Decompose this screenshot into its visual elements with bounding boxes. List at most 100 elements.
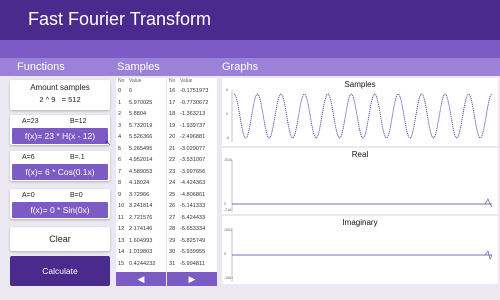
sample-index: 16 bbox=[169, 88, 176, 94]
sample-value: -5.141333 bbox=[180, 203, 206, 209]
sample-index: 7 bbox=[118, 168, 122, 175]
function-card-1[interactable]: A=23 B=12 f(x)= 23 * H(x - 12) bbox=[10, 115, 110, 145]
accent-band bbox=[0, 40, 500, 58]
sample-index: 19 bbox=[169, 122, 176, 129]
sample-index: 11 bbox=[118, 214, 124, 221]
imaginary-graph: Imaginary 1661 0 -1661 bbox=[222, 216, 498, 284]
sample-value: 1.019803 bbox=[129, 249, 153, 255]
title-bar: Fast Fourier Transform bbox=[0, 0, 500, 40]
sample-index: 12 bbox=[118, 226, 125, 232]
sample-index: 29 bbox=[169, 237, 176, 244]
sample-index: 5 bbox=[118, 145, 122, 152]
sample-index: 6 bbox=[118, 157, 122, 163]
samples-plot bbox=[231, 90, 493, 142]
sample-index: 28 bbox=[169, 226, 176, 232]
sample-value: -1.363213 bbox=[180, 111, 206, 117]
sample-value: 4.589053 bbox=[129, 168, 153, 175]
function-1-b: B=12 bbox=[70, 118, 87, 125]
sample-value: 3.241814 bbox=[129, 203, 153, 209]
amount-samples-label: Amount samples bbox=[30, 83, 90, 92]
amount-samples-formula: 2 ^ 9 = 512 bbox=[39, 95, 81, 104]
sample-value: 5.265495 bbox=[129, 145, 153, 152]
function-card-3[interactable]: A=0 B=0 f(x)= 0 * Sin(0x) bbox=[10, 189, 110, 219]
sample-index: 22 bbox=[169, 157, 176, 163]
sample-value: 4.18024 bbox=[129, 180, 150, 186]
sample-value: -3.531007 bbox=[180, 157, 206, 163]
sample-index: 3 bbox=[118, 122, 122, 129]
samples-table-left: No Value 0 6 1 5.970025 2 5.8804 3 5.732019 4 5.5… bbox=[116, 78, 166, 272]
functions-header: Functions bbox=[17, 61, 65, 73]
function-2-a: A=6 bbox=[22, 154, 35, 161]
sample-value: 5.8804 bbox=[129, 111, 147, 117]
sample-value: -2.496881 bbox=[180, 134, 206, 140]
col-value-header: Value bbox=[180, 78, 193, 84]
real-plot bbox=[231, 160, 493, 212]
section-headers: Functions Samples Graphs bbox=[0, 58, 500, 76]
graphs-header: Graphs bbox=[222, 61, 259, 73]
sample-index: 15 bbox=[118, 260, 125, 267]
col-no-header: No bbox=[169, 78, 176, 84]
sample-index: 21 bbox=[169, 145, 176, 152]
col-no-header: No bbox=[118, 78, 125, 84]
clear-button[interactable]: Clear bbox=[10, 227, 110, 251]
sample-value: 0.4244232 bbox=[129, 260, 156, 267]
sample-index: 13 bbox=[118, 237, 125, 244]
sample-value: -3.029077 bbox=[180, 145, 206, 152]
sample-value: -5.994811 bbox=[180, 260, 205, 267]
function-3-formula-button[interactable]: f(x)= 0 * Sin(0x) bbox=[12, 202, 108, 218]
sample-value: -1.939737 bbox=[180, 122, 206, 129]
sample-value: -0.7730672 bbox=[180, 99, 209, 106]
next-page-button[interactable]: ▶ bbox=[167, 272, 217, 286]
sample-index: 0 bbox=[118, 88, 122, 94]
sample-index: 8 bbox=[118, 180, 122, 186]
function-1-formula-button[interactable]: f(x)= 23 * H(x - 12) bbox=[12, 128, 108, 144]
sample-index: 27 bbox=[169, 214, 176, 221]
sample-value: 3.72966 bbox=[129, 191, 150, 198]
sample-index: 20 bbox=[169, 134, 176, 140]
sample-index: 25 bbox=[169, 191, 176, 198]
sample-value: -5.424433 bbox=[180, 214, 206, 221]
sample-index: 23 bbox=[169, 168, 176, 175]
sample-value: -4.806861 bbox=[180, 191, 206, 198]
sample-value: -0.1751973 bbox=[180, 88, 209, 94]
sample-index: 1 bbox=[118, 99, 122, 106]
function-2-formula-button[interactable]: f(x)= 6 * Cos(0.1x) bbox=[12, 164, 108, 180]
sample-index: 14 bbox=[118, 249, 125, 255]
function-2-b: B=.1 bbox=[70, 154, 85, 161]
samples-header: Samples bbox=[117, 61, 160, 73]
calculate-button[interactable]: Calculate bbox=[10, 256, 110, 286]
sample-value: 2.174146 bbox=[129, 226, 153, 232]
real-graph: Real 1536 0 -216 bbox=[222, 148, 498, 214]
sample-value: 5.970025 bbox=[129, 99, 153, 106]
sample-index: 9 bbox=[118, 191, 122, 198]
sample-index: 10 bbox=[118, 203, 125, 209]
sample-index: 31 bbox=[169, 260, 176, 267]
sample-value: 5.732019 bbox=[129, 122, 153, 129]
function-3-b: B=0 bbox=[70, 192, 83, 199]
function-card-2[interactable]: A=6 B=.1 f(x)= 6 * Cos(0.1x) bbox=[10, 151, 110, 181]
function-1-a: A=23 bbox=[22, 118, 39, 125]
sample-value: -5.939955 bbox=[180, 249, 206, 255]
sample-index: 30 bbox=[169, 249, 176, 255]
sample-value: 6 bbox=[129, 88, 133, 94]
sample-index: 24 bbox=[169, 180, 176, 186]
sample-index: 4 bbox=[118, 134, 122, 140]
sample-index: 17 bbox=[169, 99, 176, 106]
samples-table-right: No Value 16 -0.1751973 17 -0.7730672 18 -1.36… bbox=[167, 78, 217, 272]
samples-graph: Samples 6 0 -6 bbox=[222, 78, 498, 146]
amount-samples-card[interactable]: Amount samples 2 ^ 9 = 512 bbox=[10, 80, 110, 110]
sample-value: -3.997656 bbox=[180, 168, 206, 175]
prev-page-button[interactable]: ◀ bbox=[116, 272, 166, 286]
imaginary-plot bbox=[231, 228, 493, 282]
sample-value: 5.526366 bbox=[129, 134, 153, 140]
sample-value: -4.424363 bbox=[180, 180, 206, 186]
sample-value: -5.825749 bbox=[180, 237, 206, 244]
sample-index: 26 bbox=[169, 203, 176, 209]
col-value-header: Value bbox=[129, 78, 142, 84]
sample-value: 2.721576 bbox=[129, 214, 153, 221]
sample-index: 18 bbox=[169, 111, 176, 117]
sample-index: 2 bbox=[118, 111, 122, 117]
sample-value: 1.604993 bbox=[129, 237, 153, 244]
cursor-icon: ↖ bbox=[105, 140, 111, 147]
function-3-a: A=0 bbox=[22, 192, 35, 199]
